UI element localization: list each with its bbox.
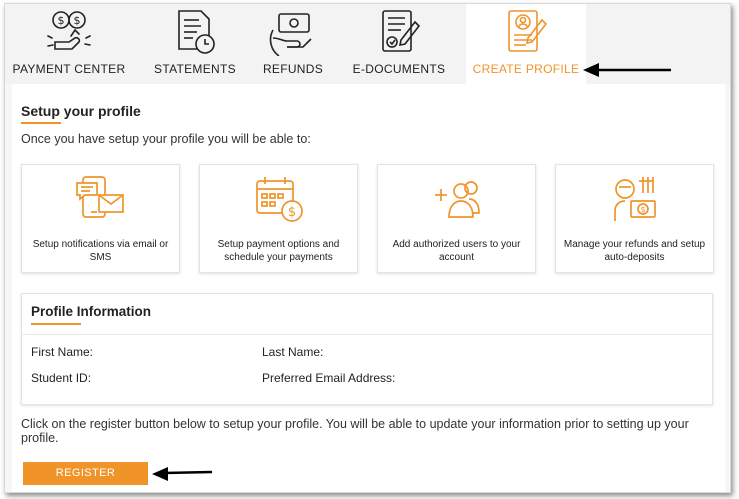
svg-text:$: $: [640, 205, 645, 214]
pointer-arrow-icon: [152, 467, 213, 481]
profile-document-icon: [508, 10, 548, 52]
tab-statements[interactable]: STATEMENTS: [145, 4, 245, 84]
feature-card-notifications: Setup notifications via email or SMS: [21, 164, 180, 273]
document-sign-icon: [382, 10, 421, 52]
tab-e-documents[interactable]: E-DOCUMENTS: [343, 4, 455, 84]
card-text: Setup notifications via email or SMS: [32, 239, 169, 263]
first-name-label: First Name:: [31, 345, 94, 359]
payment-hand-icon: $ $: [47, 11, 91, 50]
pointer-arrow-icon: [583, 63, 671, 77]
feature-card-payments: $ Setup payment options and schedule you…: [199, 164, 358, 273]
tab-payment-center[interactable]: $ $ PAYMENT CENTER: [5, 4, 133, 84]
student-id-label: Student ID:: [31, 371, 92, 385]
tab-label: STATEMENTS: [154, 62, 236, 76]
section-title: Setup your profile: [21, 103, 141, 119]
feature-card-refunds: $ Manage your refunds and setup auto-dep…: [555, 164, 714, 273]
statement-clock-icon: [178, 10, 215, 54]
panel-title-underline: [31, 323, 81, 325]
tab-label: CREATE PROFILE: [472, 62, 580, 76]
tab-bar: $ $ PAYMENT CENTER STATEMENTS REFUNDS E-…: [5, 4, 730, 84]
refunds-deposit-icon: $: [613, 177, 656, 221]
divider: [22, 334, 712, 335]
panel-title: Profile Information: [31, 304, 152, 319]
intro-text: Once you have setup your profile you wil…: [21, 132, 311, 146]
tab-label: PAYMENT CENTER: [12, 62, 126, 76]
main-content: Setup your profile Once you have setup y…: [12, 84, 725, 492]
title-underline: [21, 122, 61, 124]
card-text: Add authorized users to your account: [392, 239, 521, 263]
feature-card-users: Add authorized users to your account: [377, 164, 536, 273]
add-users-icon: [434, 181, 480, 218]
profile-information-panel: Profile Information First Name: Last Nam…: [21, 293, 713, 405]
tab-create-profile[interactable]: CREATE PROFILE: [466, 4, 586, 84]
tab-refunds[interactable]: REFUNDS: [253, 4, 333, 84]
tab-label: E-DOCUMENTS: [352, 62, 446, 76]
card-text: Manage your refunds and setup auto-depos…: [563, 239, 706, 263]
payment-schedule-icon: $: [255, 177, 303, 222]
register-button[interactable]: REGISTER: [23, 462, 148, 485]
svg-text:$: $: [287, 205, 295, 220]
register-instructions: Click on the register button below to se…: [21, 417, 689, 445]
refund-hand-icon: [269, 13, 312, 56]
last-name-label: Last Name:: [262, 345, 324, 359]
card-text: Setup payment options and schedule your …: [217, 239, 340, 263]
tab-label: REFUNDS: [262, 62, 324, 76]
email-label: Preferred Email Address:: [262, 371, 396, 385]
svg-text:$: $: [58, 14, 65, 27]
page-frame: $ $ PAYMENT CENTER STATEMENTS REFUNDS E-…: [4, 3, 731, 493]
notifications-icon: [75, 176, 124, 218]
svg-text:$: $: [74, 14, 81, 27]
